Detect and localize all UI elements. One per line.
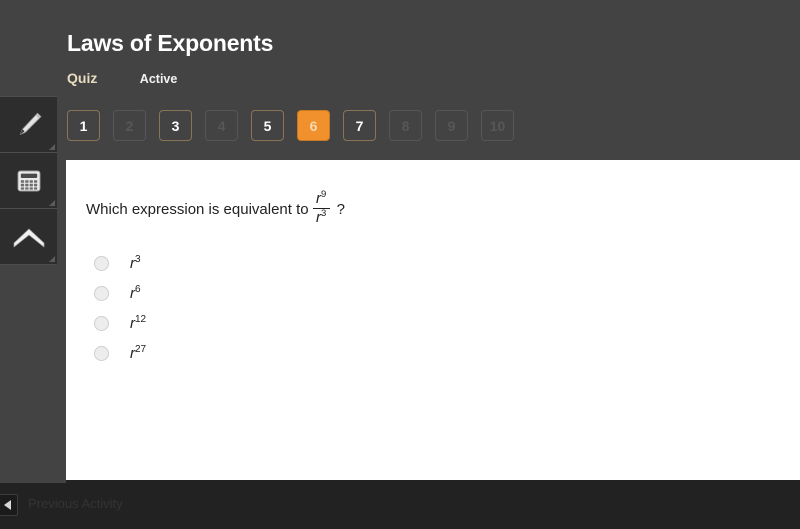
tool-corner-indicator — [49, 144, 55, 150]
question-button-9: 9 — [435, 110, 468, 141]
marker-tool-button[interactable] — [0, 97, 57, 153]
answer-option-label: r3 — [130, 253, 141, 272]
up-arrow-tool-button[interactable] — [0, 209, 57, 265]
question-button-5[interactable]: 5 — [251, 110, 284, 141]
quiz-application: Laws of Exponents Quiz Active 1 2 3 4 5 … — [0, 0, 800, 529]
option-exponent: 3 — [135, 253, 141, 265]
question-button-1[interactable]: 1 — [67, 110, 100, 141]
denominator-exponent: 3 — [320, 208, 327, 220]
radio-button[interactable] — [94, 315, 109, 331]
question-button-6[interactable]: 6 — [297, 110, 330, 141]
question-number-nav: 1 2 3 4 5 6 7 8 9 10 — [67, 110, 514, 141]
question-button-4: 4 — [205, 110, 238, 141]
calculator-icon — [14, 166, 44, 196]
previous-activity-button[interactable] — [0, 494, 18, 516]
tool-corner-indicator — [49, 200, 55, 206]
numerator-exponent: 9 — [320, 189, 327, 200]
option-exponent: 12 — [135, 313, 147, 325]
question-panel: Which expression is equivalent to r9 r3 … — [66, 160, 800, 480]
question-prompt-text: Which expression is equivalent to — [86, 201, 309, 218]
question-button-7[interactable]: 7 — [343, 110, 376, 141]
option-exponent: 6 — [135, 283, 141, 295]
activity-type-label: Quiz — [67, 70, 98, 86]
radio-button[interactable] — [94, 255, 109, 271]
left-arrow-icon — [3, 500, 11, 510]
answer-option-2[interactable]: r6 — [94, 278, 146, 308]
bottom-bar: Previous Activity — [0, 480, 800, 529]
tool-corner-indicator — [49, 256, 55, 262]
question-button-8: 8 — [389, 110, 422, 141]
fraction-denominator: r3 — [314, 208, 328, 226]
up-arrow-icon — [10, 222, 48, 252]
marker-icon — [12, 108, 46, 142]
quiz-header: Laws of Exponents Quiz Active 1 2 3 4 5 … — [0, 0, 800, 160]
option-exponent: 27 — [135, 343, 147, 355]
fraction-expression: r9 r3 — [312, 189, 330, 226]
answer-options: r3 r6 r12 r27 — [94, 248, 146, 368]
fraction-numerator: r9 — [314, 189, 328, 207]
answer-option-label: r12 — [130, 313, 147, 332]
answer-option-1[interactable]: r3 — [94, 248, 146, 278]
radio-button[interactable] — [94, 285, 109, 301]
status-badge: Active — [139, 72, 178, 86]
calculator-tool-button[interactable] — [0, 153, 57, 209]
bottom-bar-stub — [0, 480, 66, 483]
question-mark: ? — [336, 201, 345, 218]
question-button-10: 10 — [481, 110, 514, 141]
answer-option-4[interactable]: r27 — [94, 338, 146, 368]
previous-activity-label: Previous Activity — [28, 496, 123, 511]
quiz-meta: Quiz Active — [67, 70, 177, 90]
question-button-2: 2 — [113, 110, 146, 141]
question-button-3[interactable]: 3 — [159, 110, 192, 141]
answer-option-3[interactable]: r12 — [94, 308, 146, 338]
answer-option-label: r6 — [130, 283, 141, 302]
page-title: Laws of Exponents — [67, 30, 274, 56]
tool-rail — [0, 96, 57, 265]
radio-button[interactable] — [94, 345, 109, 361]
question-prompt: Which expression is equivalent to r9 r3 … — [86, 189, 345, 227]
answer-option-label: r27 — [130, 343, 147, 362]
